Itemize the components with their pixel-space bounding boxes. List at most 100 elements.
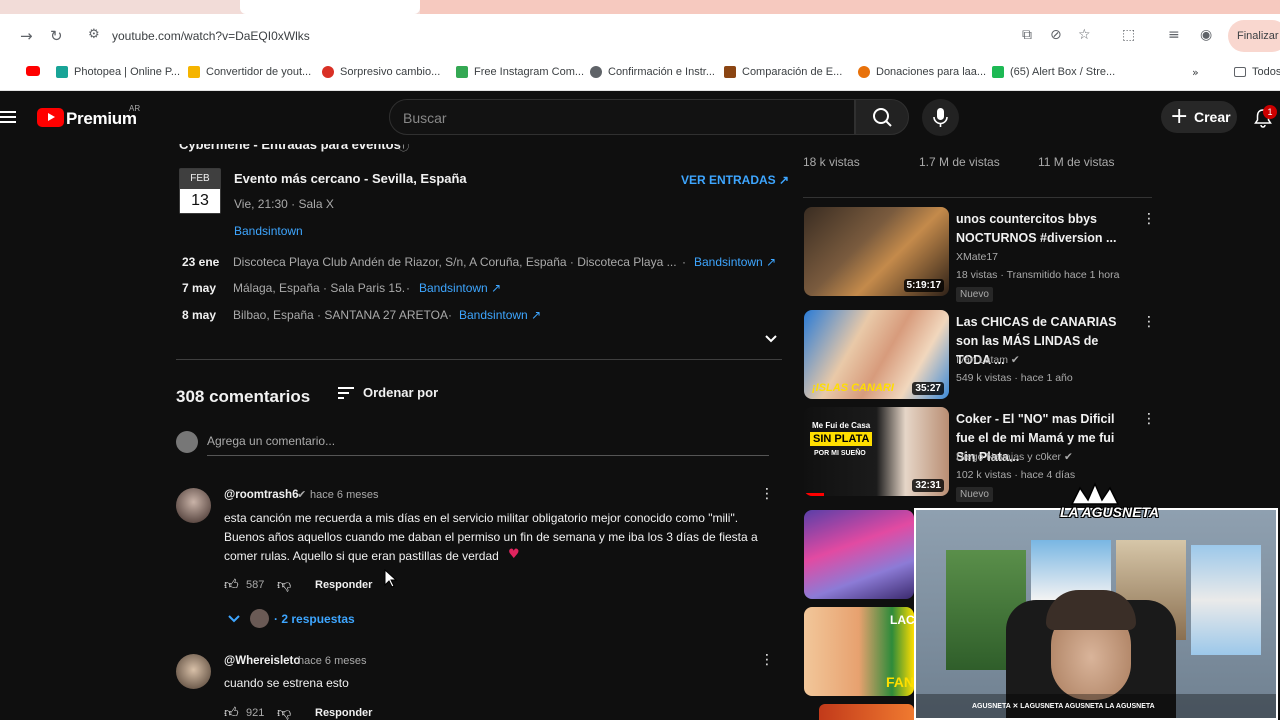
view-tickets-link[interactable]: VER ENTRADAS ↗ [681,173,789,187]
browser-tab-active[interactable] [240,0,420,14]
bookmark-label: Photopea | Online P... [74,66,181,78]
reply-button[interactable]: Responder [315,579,372,591]
channel-name[interactable]: XMate17 [956,251,998,263]
event-source-link[interactable]: Bandsintown ↗ [694,255,776,269]
channel-name[interactable]: Diego Navajas y c0ker ✔ [956,451,1073,463]
add-comment-input[interactable]: Agrega un comentario... [207,434,335,448]
channel-name[interactable]: Iván Latam ✔ [956,354,1020,366]
nearest-event-source-link[interactable]: Bandsintown [234,224,303,238]
expand-chevron-icon[interactable] [764,334,778,344]
replies-label: 2 respuestas [281,612,355,626]
comparison-icon [724,66,736,78]
bookmark-instagram[interactable]: Free Instagram Com... [456,66,584,78]
thumbnail-caption: LAC [890,613,914,627]
recommended-video[interactable]: 5:19:17 unos countercitos bbys NOCTURNOS… [804,207,1156,302]
separator-dot: · [406,281,410,295]
separator-dot: · [682,255,686,269]
address-url[interactable]: youtube.com/watch?v=DaEQI0xWlks [112,29,310,43]
voice-search-button[interactable] [922,99,959,136]
dislike-icon[interactable]: 👎︎ [277,704,291,720]
comments-count: 308 comentarios [176,387,311,406]
comment-author-avatar[interactable] [176,654,211,689]
video-thumbnail[interactable]: FANT LAC [804,607,914,696]
thumbnail-caption: POR MI SUEÑO [814,450,866,457]
dislike-icon[interactable]: 👎︎ [277,576,291,593]
create-button[interactable]: + Crear [1161,101,1237,133]
verified-icon: ✔ [1063,451,1073,463]
video-more-icon[interactable]: ⋮ [1142,411,1156,427]
video-more-icon[interactable]: ⋮ [1142,314,1156,330]
site-info-icon[interactable]: ⚙ [88,27,100,42]
reload-icon[interactable]: ↻ [50,27,63,45]
video-thumbnail[interactable] [819,704,914,720]
search-button[interactable] [855,99,909,135]
bookmark-label: Donaciones para laa... [876,66,987,78]
bookmark-confirmacion[interactable]: Confirmación e Instr... [590,66,715,78]
bookmark-converter[interactable]: Convertidor de yout... [188,66,311,78]
video-meta: 102 k vistas · hace 4 días [956,469,1076,481]
event-source-link[interactable]: Bandsintown ↗ [459,308,541,322]
event-source-link[interactable]: Bandsintown ↗ [419,281,501,295]
agusneta-watermark-logo: LA AGUSNETA [1060,482,1159,532]
video-more-icon[interactable]: ⋮ [1142,211,1156,227]
comment-author[interactable]: @roomtrash6 [224,489,298,501]
section-divider [176,359,782,360]
event-day: 13 [180,189,220,213]
logo-region: AR [129,104,141,113]
bookmark-sorpresivo[interactable]: Sorpresivo cambio... [322,66,440,78]
nearest-event-title: Evento más cercano - Sevilla, España [234,171,467,186]
like-icon[interactable]: 👍︎ [224,704,239,720]
like-icon[interactable]: 👍︎ [224,576,239,593]
external-link-icon: ↗ [531,308,542,322]
replies-chevron-icon[interactable] [227,614,241,624]
install-app-icon[interactable]: ⧉ [1022,27,1032,43]
video-duration: 32:31 [912,479,944,492]
media-controls-icon[interactable]: ≡ [1168,27,1180,43]
bookmark-folder-todos[interactable]: Todos [1234,66,1280,78]
bookmark-donaciones[interactable]: Donaciones para laa... [858,66,986,78]
bookmark-photopea[interactable]: Photopea | Online P... [56,66,180,78]
instagram-tool-icon [456,66,468,78]
youtube-logo-icon[interactable] [37,108,64,127]
bookmark-alertbox[interactable]: (65) Alert Box / Stre... [992,66,1115,78]
comment-author-avatar[interactable] [176,488,211,523]
tracking-off-icon[interactable]: ⊘ [1050,27,1062,43]
comment-more-icon[interactable]: ⋮ [760,652,774,668]
comment-more-icon[interactable]: ⋮ [760,486,774,502]
recommended-video[interactable]: ¡ISLAS CANARI 35:27 Las CHICAS de CANARI… [804,310,1156,405]
bookmarks-overflow-icon[interactable]: » [1192,66,1199,79]
video-views: 11 M de vistas [1038,155,1115,169]
logo-text[interactable]: Premium [66,109,137,129]
sort-button[interactable]: Ordenar por [363,385,438,400]
profile-icon[interactable]: ◉ [1200,27,1212,43]
reply-button[interactable]: Responder [315,707,372,719]
video-views: 18 k vistas [803,155,860,169]
news-icon [322,66,334,78]
finalize-update-button[interactable]: Finalizar a [1228,20,1280,52]
shelf-divider [803,197,1152,198]
video-thumbnail[interactable]: Me Fui de Casa SIN PLATA POR MI SUEÑO 32… [804,407,949,496]
search-input[interactable]: Buscar [389,99,855,135]
forward-icon[interactable]: → [20,27,33,45]
video-thumbnail[interactable] [804,510,914,599]
video-thumbnail[interactable]: ¡ISLAS CANARI 35:27 [804,310,949,399]
video-meta: 18 vistas · Transmitido hace 1 hora [956,269,1120,281]
comment-time[interactable]: hace 6 meses [310,489,378,501]
extensions-icon[interactable]: ⬚ [1122,27,1135,43]
search-placeholder: Buscar [403,110,447,126]
menu-icon[interactable] [0,111,16,123]
replies-toggle-button[interactable]: · 2 respuestas [274,612,355,626]
bookmark-comparacion[interactable]: Comparación de E... [724,66,842,78]
comment-author[interactable]: @Whereisleto [224,655,300,667]
bookmark-star-icon[interactable]: ☆ [1078,27,1091,43]
video-thumbnail[interactable]: 5:19:17 [804,207,949,296]
like-count: 921 [246,707,265,719]
info-icon[interactable]: ⓘ [398,144,409,154]
new-badge: Nuevo [956,487,993,502]
comment-time[interactable]: hace 6 meses [298,655,366,667]
bookmark-youtube[interactable] [26,66,46,76]
video-title[interactable]: unos countercitos bbys NOCTURNOS #divers… [956,210,1126,248]
separator-dot: · [448,308,452,322]
donations-icon [858,66,870,78]
sort-icon[interactable] [337,386,355,400]
